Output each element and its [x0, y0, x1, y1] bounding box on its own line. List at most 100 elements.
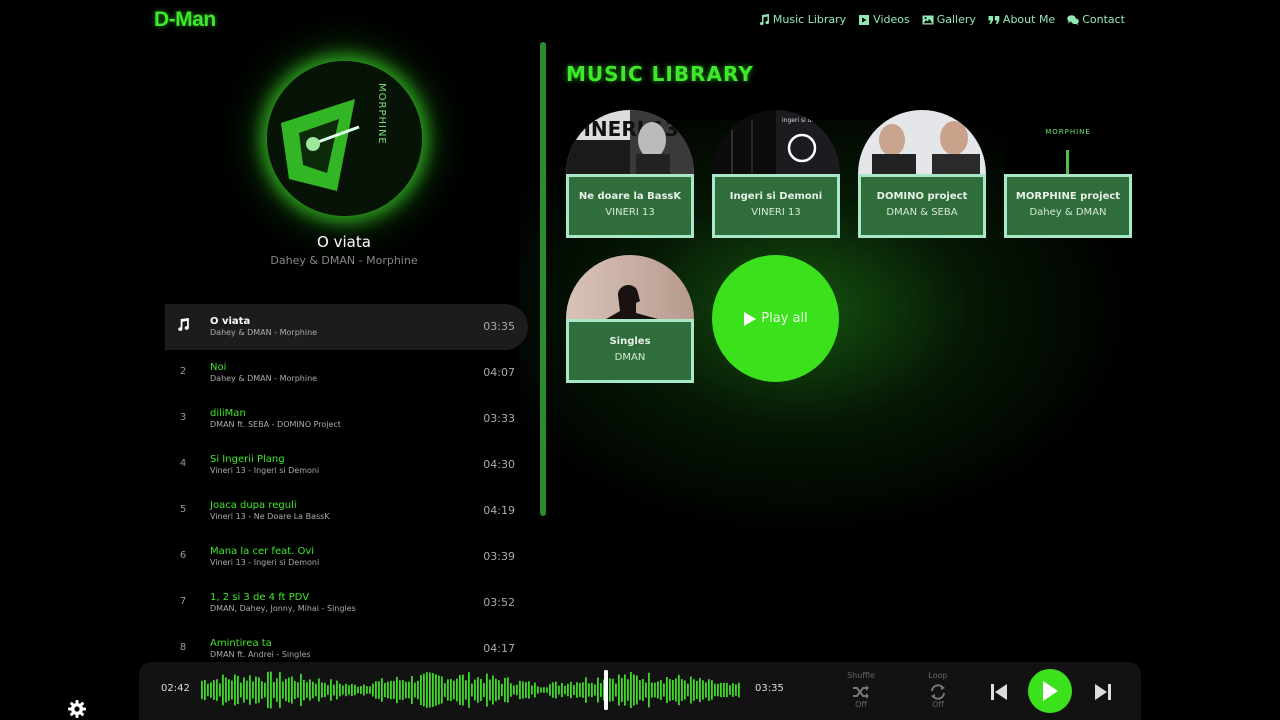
play-all-button[interactable]: Play all — [712, 255, 839, 382]
track-list[interactable]: O viata Dahey & DMAN - Morphine 03:35 2 … — [165, 304, 530, 660]
elapsed-time: 02:42 — [161, 683, 190, 694]
now-playing-cover: MORPHINE — [267, 61, 422, 216]
track-row[interactable]: O viata Dahey & DMAN - Morphine 03:35 — [165, 304, 528, 350]
track-artist: DMAN ft. SEBA - DOMINO Project — [210, 420, 341, 429]
album-card-domino-project[interactable]: DOMINO project DMAN & SEBA — [858, 110, 986, 238]
album-label: Ingeri si Demoni VINERI 13 — [712, 174, 840, 238]
album-card-morphine-project[interactable]: MORPHINE MORPHINE project Dahey & DMAN — [1004, 110, 1132, 238]
track-duration: 03:52 — [483, 596, 515, 609]
track-row[interactable]: 2 Noi Dahey & DMAN - Morphine 04:07 — [165, 350, 528, 396]
player-bar: 02:42 03:35 Shuffle Off Loop Off — [139, 662, 1141, 720]
album-label: Ne doare la BassK VINERI 13 — [566, 174, 694, 238]
track-artist: Vineri 13 - Ne Doare La BassK — [210, 512, 330, 521]
shuffle-state: Off — [855, 700, 867, 709]
track-title: Mana la cer feat. Ovi — [210, 546, 315, 557]
track-number: 8 — [179, 642, 187, 653]
track-artist: DMAN, Dahey, Jonny, Mihai - Singles — [210, 604, 356, 613]
album-name: MORPHINE project — [1015, 191, 1121, 202]
album-label: MORPHINE project Dahey & DMAN — [1004, 174, 1132, 238]
next-icon[interactable] — [1094, 683, 1112, 701]
track-artist: Dahey & DMAN - Morphine — [210, 374, 318, 383]
nav-label: Contact — [1082, 13, 1125, 26]
nav-contact[interactable]: Contact — [1067, 13, 1125, 26]
play-icon — [744, 311, 757, 326]
track-title: Amintirea ta — [210, 638, 272, 649]
waveform-seekbar[interactable] — [201, 668, 741, 712]
track-duration: 03:39 — [483, 550, 515, 563]
track-row[interactable]: 6 Mana la cer feat. Ovi Vineri 13 - Inge… — [165, 534, 528, 580]
quote-icon — [988, 15, 1000, 24]
album-artist: VINERI 13 — [605, 207, 655, 218]
track-duration: 04:17 — [483, 642, 515, 655]
playhead[interactable] — [604, 670, 608, 710]
nav-videos[interactable]: Videos — [858, 13, 910, 26]
image-icon — [922, 15, 934, 24]
play-icon — [1043, 681, 1058, 701]
play-all-label: Play all — [761, 311, 808, 326]
loop-icon[interactable] — [929, 683, 947, 701]
settings-gear-icon[interactable] — [67, 699, 87, 719]
music-note-icon — [759, 13, 769, 25]
cover-text: MORPHINE — [376, 83, 387, 145]
album-name: DOMINO project — [876, 191, 968, 202]
track-duration: 04:19 — [483, 504, 515, 517]
album-artist: VINERI 13 — [751, 207, 801, 218]
track-number: 3 — [179, 412, 187, 423]
chat-icon — [1067, 14, 1080, 25]
nav-label: Gallery — [936, 13, 976, 26]
track-row[interactable]: 7 1, 2 si 3 de 4 ft PDV DMAN, Dahey, Jon… — [165, 580, 528, 626]
nav-music-library[interactable]: Music Library — [758, 13, 846, 26]
video-icon — [859, 14, 870, 25]
track-row[interactable]: 4 Si Ingerii Plang Vineri 13 - Ingeri si… — [165, 442, 528, 488]
album-card-singles[interactable]: Singles DMAN — [566, 255, 694, 383]
track-row[interactable]: 5 Joaca dupa reguli Vineri 13 - Ne Doare… — [165, 488, 528, 534]
nav-gallery[interactable]: Gallery — [922, 13, 976, 26]
track-row[interactable]: 3 diliMan DMAN ft. SEBA - DOMINO Project… — [165, 396, 528, 442]
shuffle-label: Shuffle — [847, 671, 875, 680]
album-label: DOMINO project DMAN & SEBA — [858, 174, 986, 238]
track-artist: Vineri 13 - Ingeri si Demoni — [210, 558, 320, 567]
track-number: 6 — [179, 550, 187, 561]
track-duration: 04:07 — [483, 366, 515, 379]
album-name: Ne doare la BassK — [578, 191, 682, 202]
previous-icon[interactable] — [990, 683, 1008, 701]
track-title: diliMan — [210, 408, 246, 419]
play-pause-button[interactable] — [1028, 669, 1072, 713]
album-card-ne-doare-la-bassk[interactable]: VINERI 13 Ne doare la BassK VINERI 13 — [566, 110, 694, 238]
album-card-ingeri-si-demoni[interactable]: ingeri si demoni Ingeri si Demoni VINERI… — [712, 110, 840, 238]
album-artist: DMAN & SEBA — [886, 207, 958, 218]
nav-label: Videos — [873, 13, 910, 26]
track-artist: Vineri 13 - Ingeri si Demoni — [210, 466, 320, 475]
total-time: 03:35 — [755, 683, 784, 694]
track-artist: DMAN ft. Andrei - Singles — [210, 650, 311, 659]
now-playing-subtitle: Dahey & DMAN - Morphine — [270, 254, 418, 267]
loop-label: Loop — [928, 671, 948, 680]
album-name: Ingeri si Demoni — [729, 191, 823, 202]
track-title: O viata — [210, 316, 251, 327]
track-number: 5 — [179, 504, 187, 515]
main-nav: Music Library Videos Gallery About Me Co… — [758, 13, 1125, 26]
album-name: Singles — [609, 336, 651, 347]
loop-state: Off — [932, 700, 944, 709]
nav-label: About Me — [1002, 13, 1056, 26]
library-title: MUSIC LIBRARY — [566, 62, 754, 86]
album-artist: DMAN — [614, 352, 646, 363]
track-title: Noi — [210, 362, 227, 373]
now-playing-note-icon — [178, 318, 189, 332]
track-artist: Dahey & DMAN - Morphine — [210, 328, 318, 337]
track-title: 1, 2 si 3 de 4 ft PDV — [210, 592, 310, 603]
track-duration: 03:33 — [483, 412, 515, 425]
site-logo[interactable]: D-Man — [154, 8, 216, 32]
cover-text: ingeri si demoni — [782, 117, 831, 124]
album-label: Singles DMAN — [566, 319, 694, 383]
nav-about-me[interactable]: About Me — [988, 13, 1055, 26]
shuffle-icon[interactable] — [852, 684, 870, 700]
track-title: Si Ingerii Plang — [210, 454, 285, 465]
scrollbar[interactable] — [540, 42, 546, 516]
cover-text: MORPHINE — [1045, 128, 1091, 136]
now-playing-title: O viata — [317, 233, 371, 251]
track-duration: 04:30 — [483, 458, 515, 471]
nav-label: Music Library — [772, 13, 847, 26]
track-number: 4 — [179, 458, 187, 469]
track-row[interactable]: 8 Amintirea ta DMAN ft. Andrei - Singles… — [165, 626, 528, 660]
